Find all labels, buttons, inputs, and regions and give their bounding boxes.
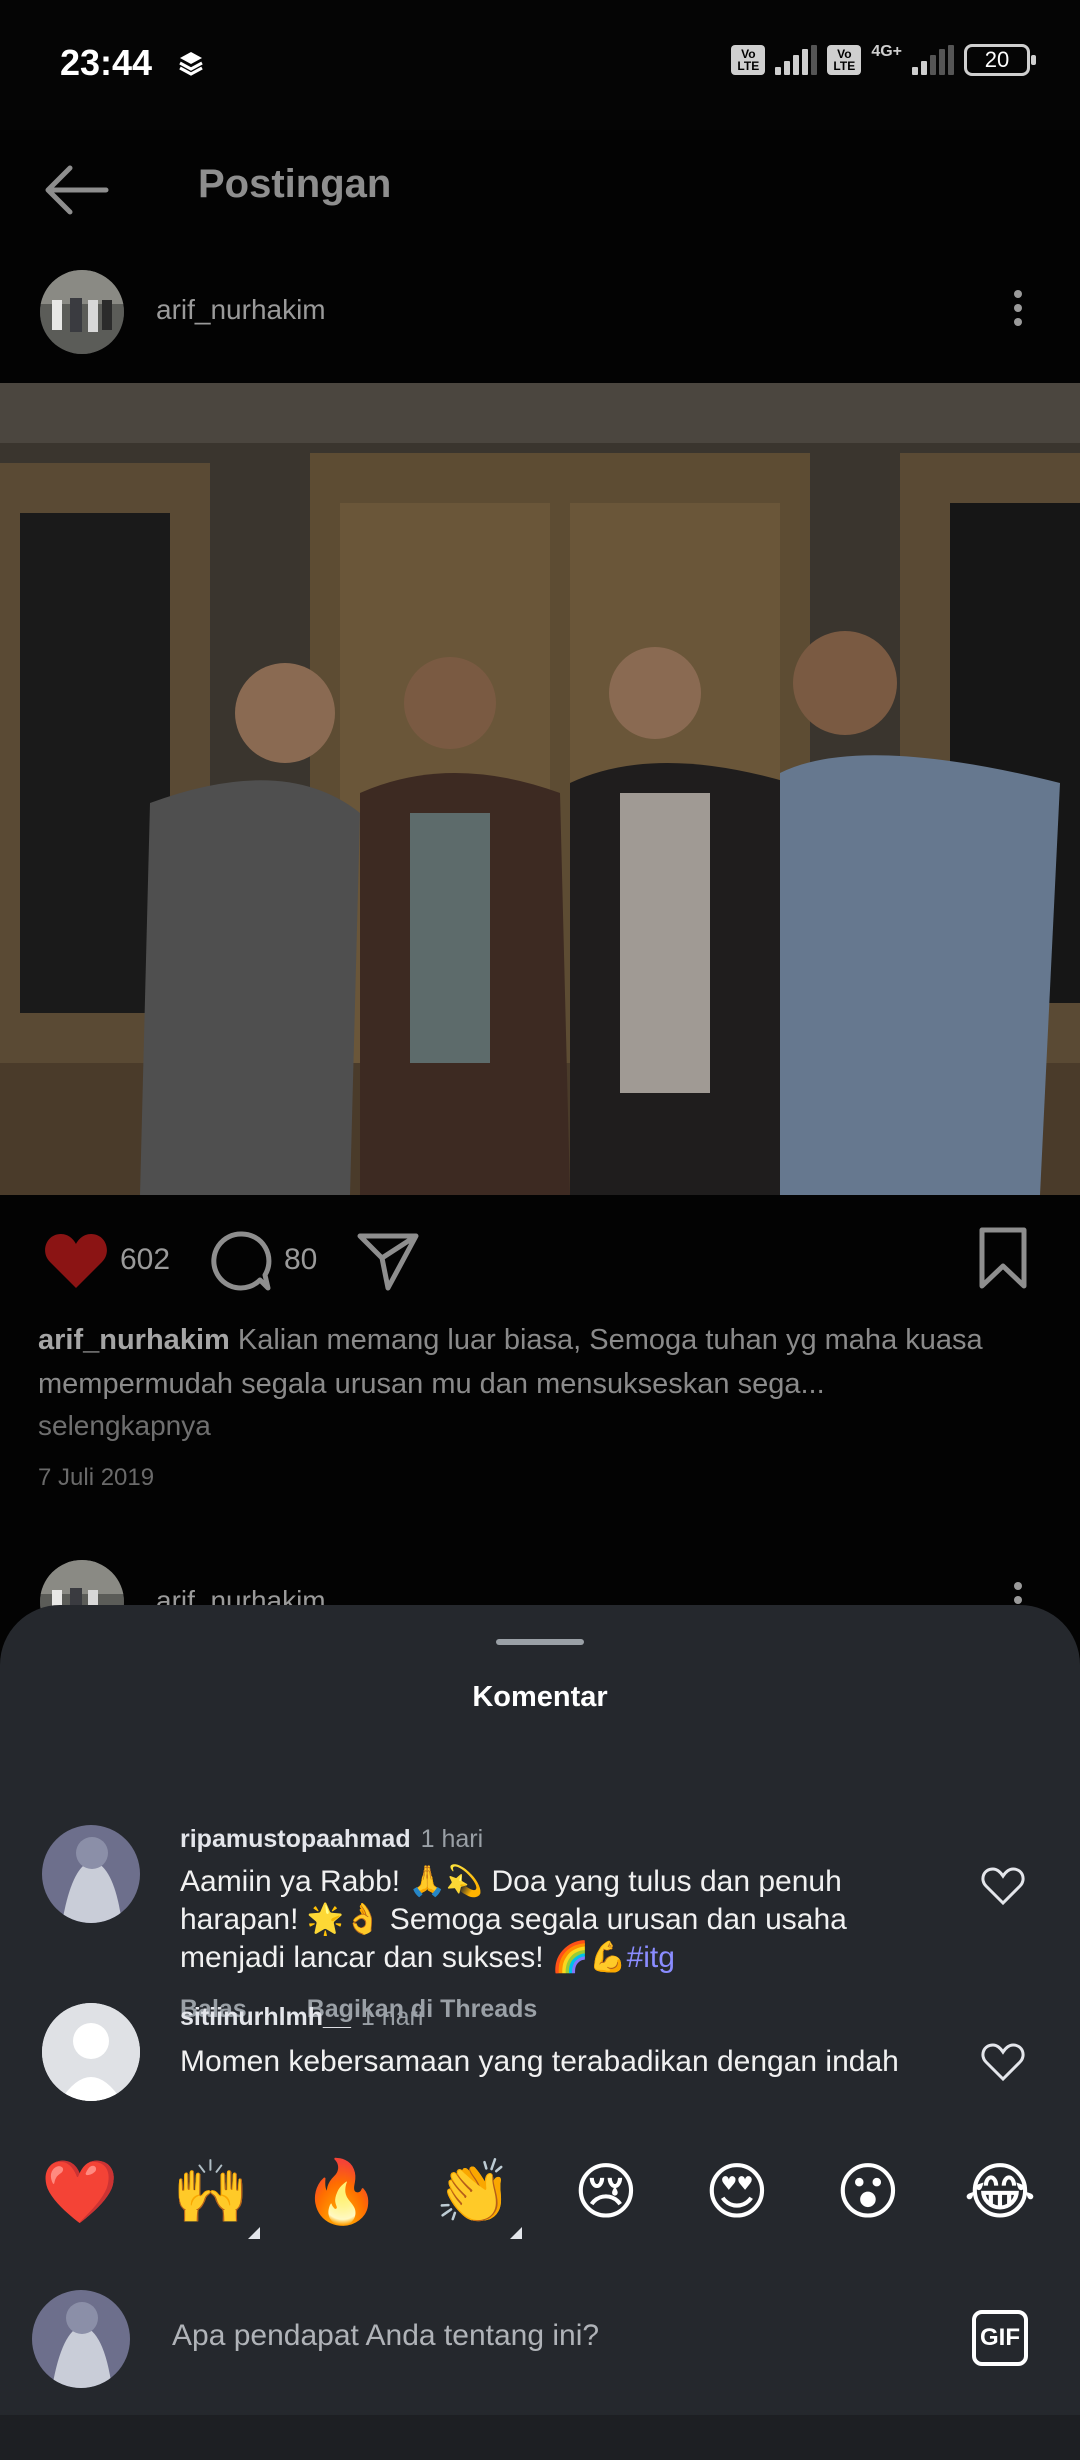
- more-options-icon[interactable]: [1013, 284, 1023, 332]
- emoji-clapping[interactable]: 👏: [434, 2153, 514, 2233]
- volte-icon: Vo LTE: [731, 45, 766, 75]
- comment-username-2[interactable]: sitiinurhlmh__ 1 hari: [180, 2003, 423, 2032]
- system-nav-bar: [0, 2415, 1080, 2460]
- comment-count[interactable]: 80: [284, 1243, 317, 1277]
- see-more-link[interactable]: selengkapnya: [38, 1410, 211, 1442]
- comment-time-2: 1 hari: [360, 2003, 424, 2031]
- post-author-name[interactable]: arif_nurhakim: [156, 294, 326, 326]
- comment-input-bar: GIF: [0, 2270, 1080, 2400]
- comment-input[interactable]: [170, 2318, 934, 2354]
- like-heart-icon[interactable]: [42, 1230, 110, 1292]
- status-icons: Vo LTE Vo LTE 4G+ 20: [731, 43, 1036, 76]
- emoji-heart-eyes[interactable]: 😍: [697, 2153, 777, 2233]
- share-send-icon[interactable]: [354, 1228, 422, 1294]
- emoji-heart[interactable]: ❤️: [40, 2153, 120, 2233]
- caption-username[interactable]: arif_nurhakim: [38, 1324, 230, 1356]
- post-author-avatar[interactable]: [40, 270, 124, 354]
- skin-tone-indicator-2: [510, 2227, 522, 2239]
- comments-sheet: Komentar ripamustopaahmad 1 hari Aamiin y…: [0, 1605, 1080, 2460]
- emoji-surprised[interactable]: 😮: [828, 2153, 908, 2233]
- comments-list[interactable]: ripamustopaahmad 1 hari Aamiin ya Rabb! 🙏…: [0, 1755, 1080, 2155]
- skin-tone-indicator: [248, 2227, 260, 2239]
- emoji-raising-hands[interactable]: 🙌: [171, 2153, 251, 2233]
- bookmark-icon[interactable]: [976, 1226, 1030, 1292]
- sheet-drag-handle[interactable]: [496, 1639, 584, 1645]
- gif-button[interactable]: GIF: [972, 2310, 1028, 2366]
- emoji-laughing[interactable]: 😂: [960, 2153, 1040, 2233]
- emoji-fire[interactable]: 🔥: [302, 2153, 382, 2233]
- post-date: 7 Juli 2019: [38, 1464, 155, 1491]
- post-caption: arif_nurhakim Kalian memang luar biasa, …: [38, 1318, 1048, 1406]
- comment-avatar[interactable]: [42, 1825, 140, 1923]
- comment-text-2: Momen kebersamaan yang terabadikan denga…: [180, 2045, 899, 2078]
- volte-icon-2: Vo LTE: [827, 45, 862, 75]
- comment-avatar-2[interactable]: [42, 2003, 140, 2101]
- comment-like-icon[interactable]: [980, 1865, 1026, 1907]
- comment-like-icon-2[interactable]: [980, 2041, 1026, 2083]
- comment-time: 1 hari: [420, 1825, 484, 1853]
- comment-icon[interactable]: [208, 1228, 274, 1294]
- status-time: 23:44: [60, 42, 153, 83]
- layers-icon: [179, 52, 203, 76]
- page-title: Postingan: [198, 162, 392, 206]
- comment-hashtag[interactable]: #itg: [627, 1941, 675, 1974]
- comment-text: Aamiin ya Rabb! 🙏💫 Doa yang tulus dan pe…: [180, 1865, 847, 1974]
- emoji-crying[interactable]: 😢: [566, 2153, 646, 2233]
- signal-icon: [775, 45, 818, 75]
- network-type: 4G+: [871, 43, 902, 60]
- emoji-reaction-bar: ❤️ 🙌 🔥 👏 😢 😍 😮 😂: [0, 2145, 1080, 2265]
- post-photo[interactable]: [0, 383, 1080, 1195]
- sheet-title: Komentar: [472, 1681, 608, 1713]
- back-arrow-icon[interactable]: [42, 160, 112, 220]
- current-user-avatar: [32, 2290, 130, 2388]
- battery-icon: 20: [964, 44, 1036, 76]
- status-bar: 23:44 Vo LTE Vo LTE 4G+ 20: [0, 0, 1080, 130]
- comment-username[interactable]: ripamustopaahmad 1 hari: [180, 1825, 483, 1854]
- signal-icon-2: [912, 45, 954, 75]
- like-count[interactable]: 602: [120, 1243, 170, 1277]
